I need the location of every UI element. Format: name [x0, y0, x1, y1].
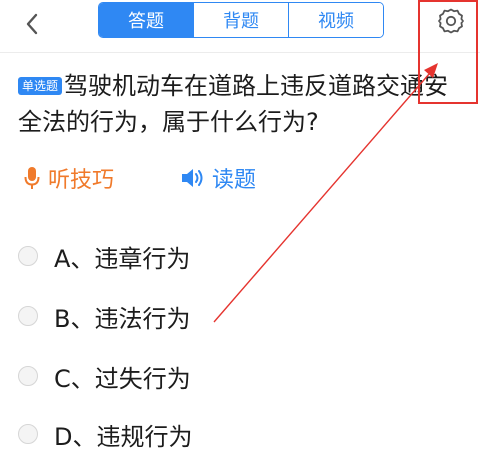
read-question-button[interactable]: 读题 [180, 162, 256, 194]
mode-tabs: 答题 背题 视频 [98, 2, 384, 38]
option-c[interactable]: C、过失行为 [18, 356, 191, 396]
settings-button[interactable] [434, 4, 468, 38]
option-b-radio[interactable] [18, 306, 38, 326]
question-text-block: 单选题 驾驶机动车在道路上违反道路交通安全法的行为，属于什么行为? [18, 68, 470, 140]
read-question-label: 读题 [212, 168, 257, 193]
microphone-icon [24, 167, 40, 189]
option-c-radio[interactable] [18, 366, 38, 386]
chevron-left-icon [26, 13, 38, 35]
question-text: 驾驶机动车在道路上违反道路交通安全法的行为，属于什么行为? [18, 72, 449, 136]
question-type-badge: 单选题 [18, 77, 63, 95]
option-d-label: D、违规行为 [54, 422, 193, 451]
question-page: 答题 背题 视频 单选题 驾驶机动车在道路上违反道路交通安全法的行为，属于什么行为… [0, 0, 480, 452]
listen-tips-label: 听技巧 [48, 168, 115, 193]
option-a[interactable]: A、违章行为 [18, 236, 190, 276]
back-button[interactable] [14, 6, 50, 42]
option-a-radio[interactable] [18, 246, 38, 266]
option-d-radio[interactable] [18, 424, 38, 444]
top-bar: 答题 背题 视频 [0, 0, 480, 53]
option-c-label: C、过失行为 [54, 364, 191, 393]
listen-tips-button[interactable]: 听技巧 [24, 162, 114, 194]
tab-answer[interactable]: 答题 [99, 3, 194, 37]
tab-memorize[interactable]: 背题 [194, 3, 289, 37]
gear-icon [438, 8, 464, 34]
option-d[interactable]: D、违规行为 [18, 414, 192, 452]
option-a-label: A、违章行为 [54, 244, 191, 273]
speaker-icon [182, 169, 203, 187]
tab-video[interactable]: 视频 [289, 3, 383, 37]
option-b[interactable]: B、违法行为 [18, 296, 190, 336]
option-b-label: B、违法行为 [54, 304, 191, 333]
